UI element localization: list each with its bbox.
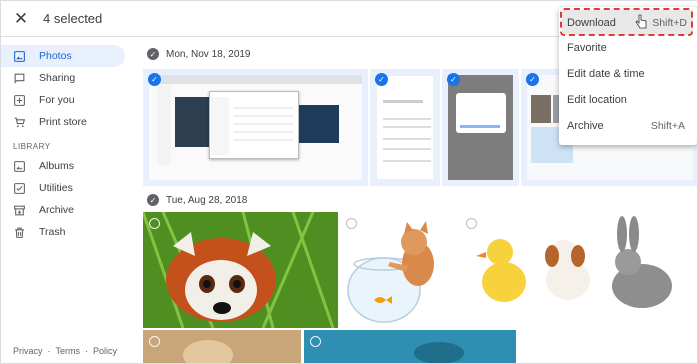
trash-icon xyxy=(15,227,24,238)
sidebar-item-label: Print store xyxy=(39,116,87,128)
menu-item-label: Edit date & time xyxy=(567,68,645,80)
sidebar-item-label: For you xyxy=(39,94,75,106)
album-icon xyxy=(14,160,25,172)
group-date: Tue, Aug 28, 2018 xyxy=(166,194,248,206)
group-date: Mon, Nov 18, 2019 xyxy=(166,48,251,60)
red-panda-photo xyxy=(143,212,338,328)
select-circle-icon[interactable] xyxy=(310,336,321,347)
sidebar-item-albums[interactable]: Albums xyxy=(1,155,135,177)
terms-link[interactable]: Terms xyxy=(56,346,81,356)
privacy-link[interactable]: Privacy xyxy=(13,346,43,356)
photo-thumbnail[interactable]: ✓ xyxy=(370,69,440,186)
archive-icon xyxy=(14,205,25,215)
sidebar-item-label: Utilities xyxy=(39,182,73,194)
date-group-header[interactable]: ✓ Tue, Aug 28, 2018 xyxy=(147,194,247,206)
footer-separator: · xyxy=(47,346,51,356)
sidebar-item-label: Sharing xyxy=(39,72,76,84)
menu-item-archive[interactable]: Archive Shift+A xyxy=(559,113,697,139)
photo-thumbnail[interactable] xyxy=(304,330,516,363)
menu-item-shortcut: Shift+A xyxy=(650,120,685,132)
sidebar-item-label: Photos xyxy=(39,50,72,62)
library-header: LIBRARY xyxy=(13,142,51,151)
sidebar-item-photos[interactable]: Photos xyxy=(1,45,125,67)
photo-thumbnail[interactable]: ✓ xyxy=(143,69,368,186)
menu-item-label: Favorite xyxy=(567,42,607,54)
plus-box-icon xyxy=(14,94,25,106)
sidebar-item-trash[interactable]: Trash xyxy=(1,221,135,243)
sidebar-footer: Privacy · Terms · Policy xyxy=(13,346,117,356)
selected-count: 4 selected xyxy=(43,11,103,26)
menu-item-label: Edit location xyxy=(567,94,627,106)
photos-app: ✕ 4 selected Photos Sharing For you Prin… xyxy=(0,0,698,364)
menu-item-download[interactable]: Download Shift+D xyxy=(562,10,693,35)
menu-item-label: Archive xyxy=(567,120,604,132)
duck-dog-rabbit-photo xyxy=(476,216,672,308)
check-icon[interactable]: ✓ xyxy=(375,73,388,86)
menu-item-label: Download xyxy=(567,16,616,29)
check-icon[interactable]: ✓ xyxy=(526,73,539,86)
check-icon[interactable]: ✓ xyxy=(447,73,460,86)
sidebar-item-label: Trash xyxy=(39,226,66,238)
select-circle-icon[interactable] xyxy=(149,218,160,229)
utilities-icon xyxy=(14,182,25,194)
select-circle-icon[interactable] xyxy=(149,336,160,347)
sidebar-item-print-store[interactable]: Print store xyxy=(1,111,135,133)
check-icon[interactable]: ✓ xyxy=(148,73,161,86)
select-circle-icon[interactable] xyxy=(346,218,357,229)
menu-item-edit-location[interactable]: Edit location xyxy=(559,87,697,113)
photo-thumbnail[interactable] xyxy=(143,212,338,328)
cart-icon xyxy=(14,117,26,127)
sidebar-item-archive[interactable]: Archive xyxy=(1,199,135,221)
menu-item-shortcut: Shift+D xyxy=(652,16,687,29)
sidebar-item-for-you[interactable]: For you xyxy=(1,89,135,111)
menu-item-favorite[interactable]: Favorite xyxy=(559,35,697,61)
footer-separator: · xyxy=(85,346,89,356)
more-options-menu: Download Shift+D Favorite Edit date & ti… xyxy=(559,7,697,145)
photo-thumbnail[interactable]: ✓ xyxy=(442,69,519,186)
sidebar: Photos Sharing For you Print store LIBRA… xyxy=(1,45,135,363)
select-circle-icon[interactable] xyxy=(466,218,477,229)
date-group-header[interactable]: ✓ Mon, Nov 18, 2019 xyxy=(147,48,251,60)
hand-cursor-icon xyxy=(635,14,647,29)
sidebar-item-utilities[interactable]: Utilities xyxy=(1,177,135,199)
sidebar-item-label: Archive xyxy=(39,204,75,216)
sidebar-item-sharing[interactable]: Sharing xyxy=(1,67,135,89)
photo-thumbnail[interactable] xyxy=(340,212,458,328)
check-circle-icon[interactable]: ✓ xyxy=(147,48,159,60)
close-icon[interactable]: ✕ xyxy=(3,1,39,37)
cat-fishbowl-photo xyxy=(347,221,434,323)
chat-icon xyxy=(14,73,25,84)
photo-thumbnail[interactable] xyxy=(143,330,301,363)
policy-link[interactable]: Policy xyxy=(93,346,117,356)
photo-thumbnail[interactable] xyxy=(460,212,695,328)
check-circle-icon[interactable]: ✓ xyxy=(147,194,159,206)
photo-icon xyxy=(14,50,25,62)
sidebar-item-label: Albums xyxy=(39,160,75,172)
menu-item-edit-date-time[interactable]: Edit date & time xyxy=(559,61,697,87)
